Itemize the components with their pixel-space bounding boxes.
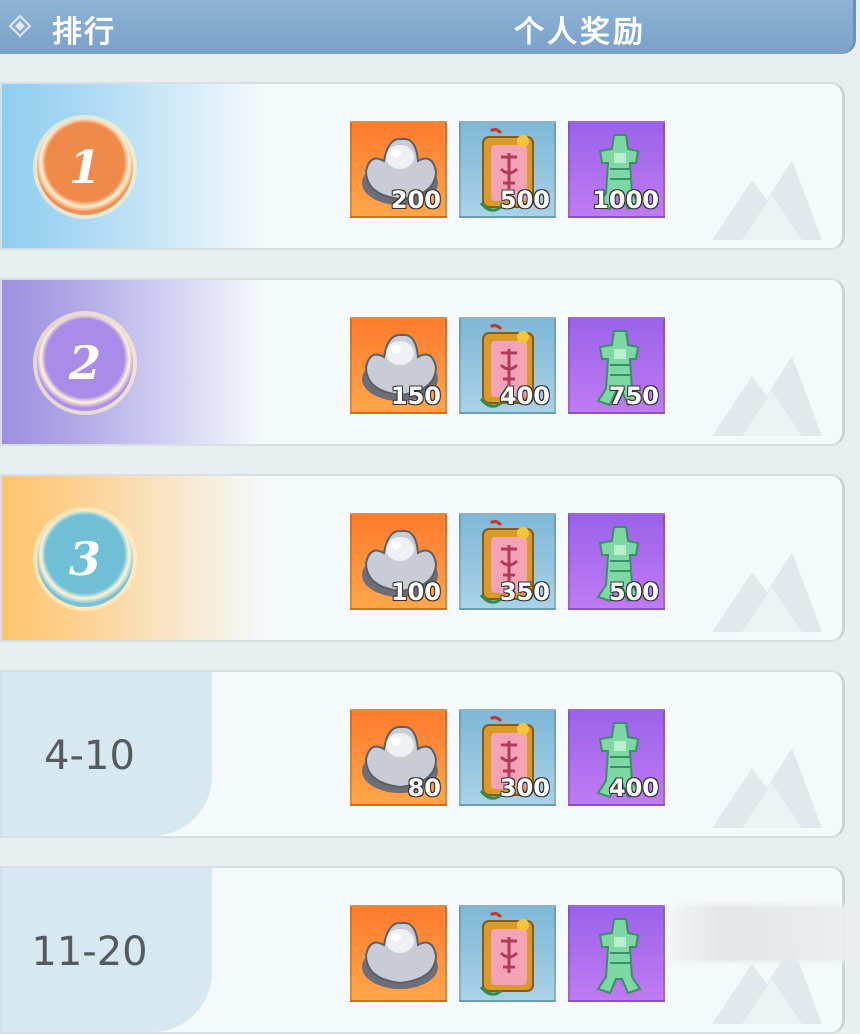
jade-coin-icon — [596, 918, 642, 995]
reward-list: 200 500 1000 — [350, 121, 665, 218]
reward-item[interactable]: 200 — [350, 121, 447, 218]
mountain-decoration-icon — [712, 748, 822, 828]
rank-tab: 11-20 — [2, 868, 212, 1032]
reward-item[interactable]: 80 — [350, 709, 447, 806]
reward-item[interactable] — [459, 905, 556, 1002]
charm-icon — [479, 911, 534, 996]
reward-item[interactable]: 150 — [350, 317, 447, 414]
rank-row: 3 100 350 500 — [0, 474, 845, 642]
silver-ingot-icon — [362, 921, 438, 989]
reward-item[interactable] — [568, 905, 665, 1002]
rank-range-label: 4-10 — [44, 733, 135, 779]
rank-number: 2 — [68, 336, 101, 390]
rank-column-title: 排行 — [52, 15, 116, 50]
reward-item[interactable] — [350, 905, 447, 1002]
rank-row: 2 150 400 750 — [0, 278, 845, 446]
rank-row: 1 200 500 1000 — [0, 82, 845, 250]
reward-list: 150 400 750 — [350, 317, 665, 414]
rank-tab: 4-10 — [2, 672, 212, 836]
rank-medal: 1 — [37, 119, 133, 215]
reward-quantity: 500 — [608, 578, 659, 606]
mountain-decoration-icon — [712, 552, 822, 632]
rank-medal: 3 — [37, 511, 133, 607]
reward-list: 100 350 500 — [350, 513, 665, 610]
reward-quantity: 150 — [390, 382, 441, 410]
mountain-decoration-icon — [712, 356, 822, 436]
mountain-decoration-icon — [712, 160, 822, 240]
reward-quantity: 400 — [608, 774, 659, 802]
reward-item[interactable]: 300 — [459, 709, 556, 806]
reward-item[interactable]: 500 — [459, 121, 556, 218]
reward-item[interactable]: 750 — [568, 317, 665, 414]
reward-quantity: 350 — [499, 578, 550, 606]
rank-number: 1 — [68, 140, 101, 194]
blur-overlay — [660, 905, 860, 962]
header-bar: 排行 个人奖励 — [0, 0, 856, 54]
reward-item[interactable]: 1000 — [568, 121, 665, 218]
diamond-icon — [8, 14, 32, 38]
reward-column-title: 个人奖励 — [514, 15, 646, 50]
reward-item[interactable]: 500 — [568, 513, 665, 610]
reward-quantity: 1000 — [592, 186, 659, 214]
reward-item[interactable]: 100 — [350, 513, 447, 610]
reward-item[interactable]: 400 — [459, 317, 556, 414]
reward-quantity: 300 — [499, 774, 550, 802]
reward-quantity: 80 — [407, 774, 441, 802]
reward-list — [350, 905, 665, 1002]
reward-quantity: 100 — [390, 578, 441, 606]
reward-item[interactable]: 400 — [568, 709, 665, 806]
reward-list: 80 300 400 — [350, 709, 665, 806]
reward-quantity: 400 — [499, 382, 550, 410]
reward-quantity: 750 — [608, 382, 659, 410]
rank-medal: 2 — [37, 315, 133, 411]
reward-item[interactable]: 350 — [459, 513, 556, 610]
reward-quantity: 500 — [499, 186, 550, 214]
reward-quantity: 200 — [390, 186, 441, 214]
rank-row: 4-10 80 300 400 — [0, 670, 845, 838]
rank-range-label: 11-20 — [31, 929, 148, 975]
rank-number: 3 — [68, 532, 101, 586]
